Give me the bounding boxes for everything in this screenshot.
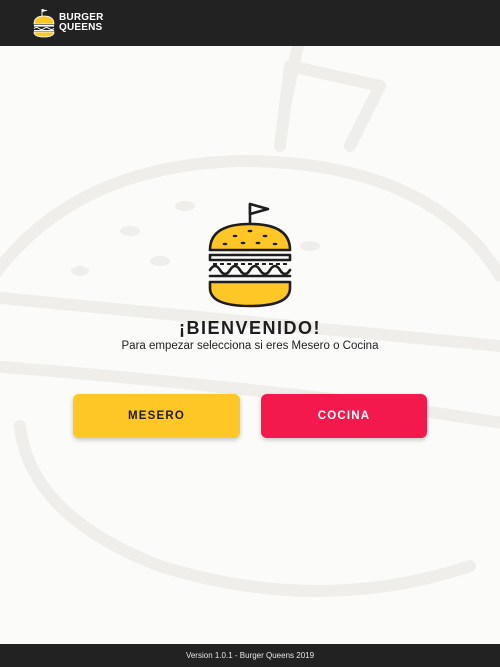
- top-bar: BURGER QUEENS: [0, 0, 500, 46]
- footer: Version 1.0.1 - Burger Queens 2019: [0, 644, 500, 667]
- mesero-button[interactable]: MESERO: [73, 394, 240, 438]
- brand-line-2: QUEENS: [59, 22, 103, 33]
- brand-logo[interactable]: BURGER QUEENS: [33, 8, 104, 38]
- welcome-subtitle: Para empezar selecciona si eres Mesero o…: [121, 340, 379, 352]
- brand-name: BURGER QUEENS: [59, 13, 104, 33]
- burger-logo-icon: [33, 9, 55, 38]
- welcome-title: ¡BIENVENIDO!: [178, 318, 321, 338]
- burger-flag-icon: [208, 202, 292, 308]
- cocina-button[interactable]: COCINA: [261, 394, 427, 438]
- version-text: Version 1.0.1 - Burger Queens 2019: [185, 651, 315, 660]
